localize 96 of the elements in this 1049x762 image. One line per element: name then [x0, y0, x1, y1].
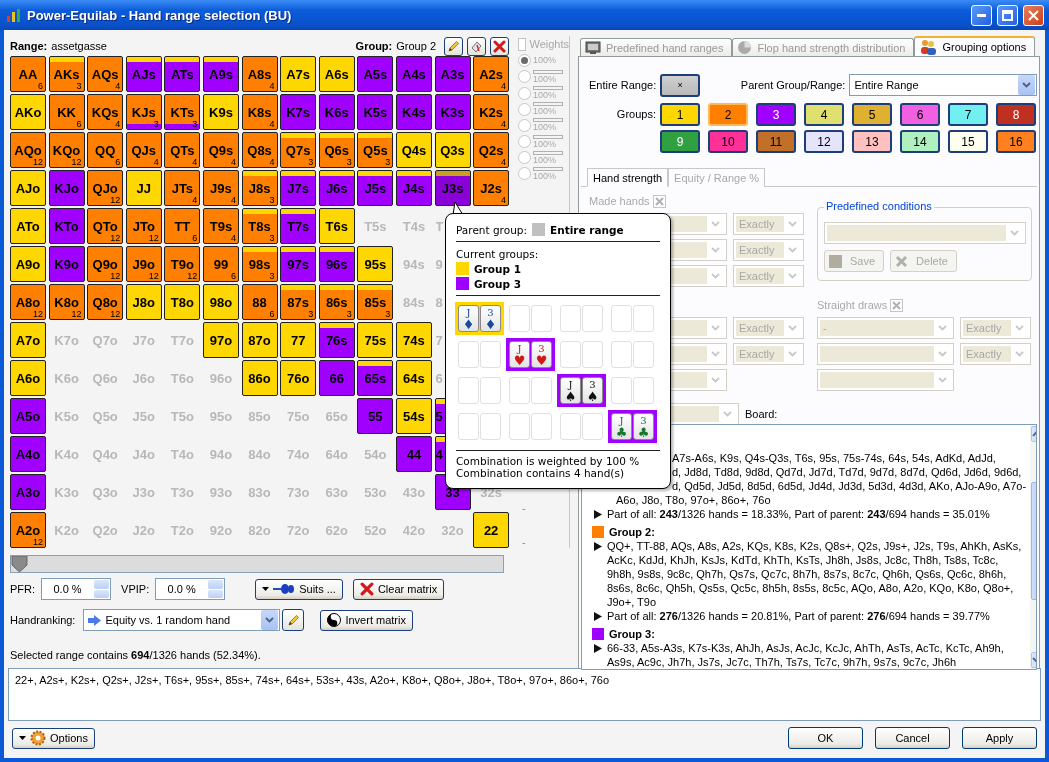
- weights-label: Weights: [529, 38, 569, 51]
- weight-reading: 100%: [533, 171, 557, 181]
- weight-dash: -: [522, 536, 527, 549]
- combo-count: 4: [115, 81, 121, 91]
- weight-reading: 100%: [533, 107, 557, 117]
- combo-count: 4: [501, 81, 507, 91]
- parent-group-name: Entire range: [550, 223, 624, 236]
- combo-count: 3: [269, 271, 275, 281]
- weight-note: Combination is weighted by 100 %: [456, 455, 641, 467]
- combo-count: 12: [33, 537, 43, 547]
- combo-count: 12: [110, 233, 121, 243]
- playing-card: J ♠: [560, 377, 581, 404]
- combo-count: 3: [192, 119, 198, 129]
- group-share: Part of all: 243/1326 hands = 18.33%, Part of parent: 243/694 hands = 35.01%: [607, 507, 991, 521]
- hand-list-line: d, Jd8d, Td8d, 9d8d, Qd7d, Jd7d, Td7d, 9d7d, 8d7d, Qd6d, Jd6d, 9d6d,: [672, 465, 1022, 479]
- groups-label: Groups:: [615, 108, 657, 122]
- range-name: assetgasse: [51, 40, 107, 52]
- weight-dash: -: [522, 502, 527, 515]
- group-title: Predefined conditions: [824, 200, 934, 212]
- combo-count: 3: [76, 81, 82, 91]
- group-name: Group 2:: [609, 525, 655, 539]
- group-name: Group 1: [474, 262, 521, 275]
- combo-count: 12: [148, 233, 159, 243]
- group-name: Group 3: [474, 277, 521, 290]
- combo-count: 4: [501, 157, 507, 167]
- weight-reading: 100%: [533, 74, 557, 84]
- combo-count: 3: [346, 309, 352, 319]
- combo-count: 12: [148, 271, 159, 281]
- hand-list: A6o, J8o, T8o, 97o+, 86o+, 76o: [592, 493, 1027, 507]
- combo-count: 4: [269, 119, 275, 129]
- combo-count: 12: [110, 195, 121, 205]
- combo-count: 3: [385, 309, 391, 319]
- combo-count: 6: [269, 309, 275, 319]
- hand-list: 66-33, A5s-A3s, K7s-K3s, AhJh, AsJs, AcJc, KcJc, AhTh, AsTs, AcTc, KcTc, Ah9h, As9s, Ac9c, Jh7h, Js7s, Jc7c, Th7h, Ts7s, Tc7c, 9h7h, 9s7s, 9c7c, Jh6h: [607, 641, 1027, 669]
- board-label: Board:: [745, 408, 778, 420]
- combo-count: 3: [153, 119, 159, 129]
- combo-count: 6: [76, 119, 82, 129]
- combo-count: 3: [346, 157, 352, 167]
- group-share: Part of all: 276/1326 hands = 20.81%, Part of parent: 276/694 hands = 39.77%: [607, 609, 991, 623]
- combo-count: 4: [230, 233, 236, 243]
- combo-count: 3: [269, 233, 275, 243]
- group-name: Group 3:: [609, 627, 655, 641]
- hand-list-line: A7s-A6s, K9s, Q4s-Q3s, T6s, 95s, 75s-74s, 64s, 54s, AdKd, AdJd,: [672, 451, 996, 465]
- combo-count: 12: [110, 309, 121, 319]
- parent-group-label: Parent Group/Range:: [740, 79, 846, 91]
- combo-count: 6: [115, 157, 121, 167]
- hand-list: QQ+, TT-88, AQs, A8s, A2s, KQs, K8s, K2s, Q8s+, Q2s, J9s+, J2s, T9s, AhKh, AsKs, AcKc, KdJd, KhJh, KsJs, KdTd, KhTh, KsTs, Jh8h, Js8s, Jc8c, Th8h, Ts8s, Tc8c, 9h8h, 9s8s, 9c8c, Qh7h, Qs7s, Qc7c, 8h7h, 8s7s, 8c7c, Qh6h, Qs6s, Qc6c, 8h6h, 8s6s, 8c6c, Qh5h, Qs5s, Qc5c, 8h5h, 8s5s, 8c5c, AQo, A8o, A2o, KQo, K8o, Q8o+, J9o+, T9o: [607, 539, 1027, 609]
- combo-count: 3: [269, 195, 275, 205]
- combo-count: 3: [308, 309, 314, 319]
- hand-list-line: d, Qd5d, Jd5d, 8d5d, 6d5d, Jd4d, Jd3d, 5d3d, 4d3d, AKo, AJo-A9o, A7o-: [672, 479, 1027, 493]
- combo-count: 12: [33, 157, 43, 167]
- range-label: Range:: [10, 40, 48, 52]
- window-title: Power-Equilab - Hand range selection (BU): [27, 7, 293, 23]
- combo-count: 4: [192, 157, 198, 167]
- combo-count: 12: [33, 309, 43, 319]
- playing-card: J ♦: [458, 305, 479, 332]
- parent-group-label: Parent group:: [456, 223, 527, 236]
- combo-count: 4: [501, 195, 507, 205]
- weight-reading: 100%: [533, 56, 557, 66]
- group-label: Group:: [355, 40, 393, 52]
- combo-count: 4: [230, 157, 236, 167]
- playing-card: 3 ♦: [480, 305, 501, 332]
- weight-reading: 100%: [533, 91, 557, 101]
- playing-card: 3 ♥: [531, 341, 552, 368]
- playing-card: 3 ♠: [582, 377, 603, 404]
- selection-summary: Selected range contains 694/1326 hands (52.34%).: [9, 649, 262, 661]
- combo-count: 6: [192, 233, 198, 243]
- handranking-label: Handranking:: [10, 614, 76, 626]
- combo-count: 6: [230, 271, 236, 281]
- entire-range-label: Entire Range:: [589, 79, 657, 91]
- combo-count: 3: [308, 157, 314, 167]
- combo-count: 4: [269, 157, 275, 167]
- straight-draws-label: Straight draws: [817, 299, 888, 311]
- combo-count: 3: [385, 157, 391, 167]
- combo-count: 4: [192, 195, 198, 205]
- weight-reading: 100%: [533, 123, 557, 133]
- playing-card: J ♥: [509, 341, 530, 368]
- group-name: Group 2: [396, 40, 436, 52]
- made-hands-label: Made hands: [589, 195, 650, 207]
- combo-count: 12: [110, 271, 121, 281]
- vpip-label: VPIP:: [121, 583, 150, 595]
- pfr-label: PFR:: [10, 583, 36, 595]
- combo-count: 4: [501, 119, 507, 129]
- combo-count: 4: [115, 119, 121, 129]
- playing-card: 3 ♣: [633, 413, 654, 440]
- playing-card: J ♣: [611, 413, 632, 440]
- combo-count: 12: [187, 271, 198, 281]
- weight-reading: 100%: [533, 155, 557, 165]
- weight-reading: 100%: [533, 139, 557, 149]
- combo-count: 4: [269, 81, 275, 91]
- current-groups-label: Current groups:: [456, 247, 539, 260]
- combo-count: 12: [71, 309, 82, 319]
- combo-count: 4: [153, 157, 159, 167]
- combo-count: 4: [230, 195, 236, 205]
- combo-count: 12: [71, 157, 82, 167]
- combo-count: 6: [38, 81, 43, 91]
